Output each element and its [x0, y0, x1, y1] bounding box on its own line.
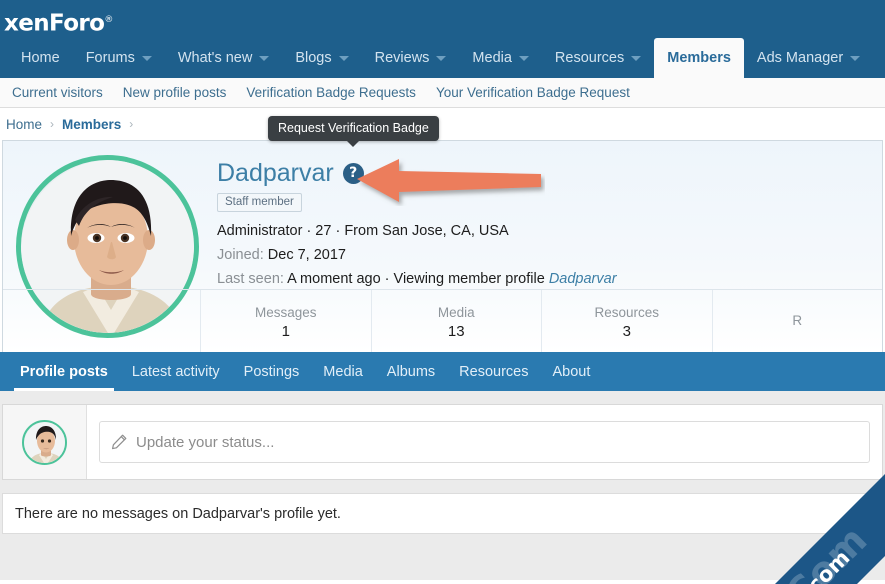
profile-line-joined: Joined: Dec 7, 2017 [217, 247, 346, 263]
sub-navigation: Current visitors New profile posts Verif… [0, 78, 885, 108]
nav-label: Blogs [295, 50, 332, 66]
status-input-placeholder: Update your status... [136, 433, 275, 451]
empty-messages-notice: There are no messages on Dadparvar's pro… [2, 493, 883, 534]
status-avatar-cell [3, 405, 87, 479]
request-verification-badge-help-icon[interactable]: ? [342, 162, 364, 184]
nav-item-blogs[interactable]: Blogs [282, 38, 361, 78]
stat-label: R [792, 313, 803, 328]
nav-label: Home [21, 50, 60, 66]
chevron-down-icon[interactable] [338, 55, 349, 61]
profile-stats: Messages 1 Media 13 Resources 3 R [3, 289, 882, 352]
chevron-down-icon[interactable] [850, 55, 861, 61]
main-navigation: Home Forums What's new Blogs Reviews Med… [0, 38, 885, 78]
tab-media[interactable]: Media [311, 352, 375, 391]
joined-value: Dec 7, 2017 [267, 247, 346, 263]
stat-label: Resources [594, 304, 660, 320]
tab-latest-activity[interactable]: Latest activity [120, 352, 232, 391]
nav-item-resources[interactable]: Resources [542, 38, 654, 78]
nav-item-home[interactable]: Home [8, 38, 73, 78]
site-header: xenForo® Home Forums What's new Blogs Re… [0, 0, 885, 78]
breadcrumb: Home › Members › [0, 108, 885, 140]
stat-label: Messages [254, 304, 317, 320]
nav-item-whats-new[interactable]: What's new [165, 38, 283, 78]
profile-tabs: Profile posts Latest activity Postings M… [0, 352, 885, 391]
main-content: Update your status... There are no messa… [0, 391, 885, 580]
logo-registered-mark: ® [104, 15, 113, 25]
tab-about[interactable]: About [540, 352, 602, 391]
page-root: xenForo® Home Forums What's new Blogs Re… [0, 0, 885, 584]
tab-label: Media [323, 363, 363, 380]
pencil-icon [111, 434, 127, 450]
breadcrumb-separator-icon: › [129, 117, 134, 131]
chevron-down-icon[interactable] [436, 55, 447, 61]
joined-label: Joined: [217, 247, 264, 263]
logo-text: xenForo [4, 10, 105, 37]
tab-label: About [552, 363, 591, 380]
tab-label: Postings [243, 363, 300, 380]
nav-item-reviews[interactable]: Reviews [362, 38, 460, 78]
nav-label: Media [472, 50, 512, 66]
stat-messages[interactable]: Messages 1 [200, 290, 371, 352]
tooltip-request-verification-badge: Request Verification Badge [268, 116, 439, 147]
stat-value: 1 [281, 322, 290, 340]
chevron-down-icon[interactable] [259, 55, 270, 61]
tab-label: Profile posts [20, 363, 108, 380]
tab-label: Latest activity [131, 363, 220, 380]
speech-notch-icon [65, 434, 67, 450]
avatar[interactable] [22, 419, 67, 465]
nav-item-forums[interactable]: Forums [73, 38, 165, 78]
status-badge: Staff member [217, 193, 302, 212]
stat-value: 13 [447, 322, 465, 340]
nav-label: Members [667, 50, 731, 66]
stat-label: Media [437, 304, 475, 320]
tab-profile-posts[interactable]: Profile posts [8, 352, 120, 391]
status-input-cell: Update your status... [87, 405, 882, 479]
site-logo[interactable]: xenForo® [0, 0, 885, 37]
tab-albums[interactable]: Albums [375, 352, 447, 391]
nav-item-members[interactable]: Members [654, 38, 744, 78]
subnav-item-current-visitors[interactable]: Current visitors [2, 85, 113, 100]
nav-label: Resources [554, 50, 625, 66]
chevron-down-icon[interactable] [631, 55, 642, 61]
nav-label: What's new [177, 50, 253, 66]
profile-line-last-seen: Last seen: A moment ago · Viewing member… [217, 271, 617, 287]
nav-label: Ads Manager [756, 50, 844, 66]
tab-label: Albums [386, 363, 436, 380]
nav-item-ads-manager[interactable]: Ads Manager [744, 38, 873, 78]
tab-label: Resources [459, 363, 529, 380]
breadcrumb-members[interactable]: Members [62, 117, 121, 132]
profile-line-role-age-location: Administrator · 27 · From San Jose, CA, … [217, 223, 509, 239]
stat-resources[interactable]: Resources 3 [541, 290, 712, 352]
subnav-item-new-profile-posts[interactable]: New profile posts [113, 85, 237, 100]
breadcrumb-home[interactable]: Home [6, 117, 42, 132]
status-input[interactable]: Update your status... [99, 421, 870, 463]
status-update-block: Update your status... [2, 404, 883, 480]
last-seen-label: Last seen: [217, 271, 284, 287]
nav-label: Forums [85, 50, 135, 66]
stat-value: 3 [622, 322, 631, 340]
stat-media[interactable]: Media 13 [370, 290, 542, 352]
tab-postings[interactable]: Postings [232, 352, 312, 391]
last-seen-target[interactable]: Dadparvar [549, 271, 617, 287]
subnav-item-your-verification-badge-request[interactable]: Your Verification Badge Request [426, 85, 640, 100]
stat-truncated[interactable]: R [711, 290, 883, 352]
subnav-item-verification-badge-requests[interactable]: Verification Badge Requests [236, 85, 426, 100]
chevron-down-icon[interactable] [518, 55, 529, 61]
profile-name-row: Dadparvar ? [217, 159, 364, 187]
chevron-down-icon[interactable] [141, 55, 152, 61]
nav-label: Reviews [374, 50, 430, 66]
profile-header-card: Dadparvar ? Staff member Administrator ·… [2, 140, 883, 352]
tab-resources[interactable]: Resources [447, 352, 540, 391]
page-title: Dadparvar [217, 159, 334, 187]
last-seen-value: A moment ago · Viewing member profile [287, 271, 545, 287]
breadcrumb-separator-icon: › [50, 117, 55, 131]
nav-item-media[interactable]: Media [459, 38, 542, 78]
